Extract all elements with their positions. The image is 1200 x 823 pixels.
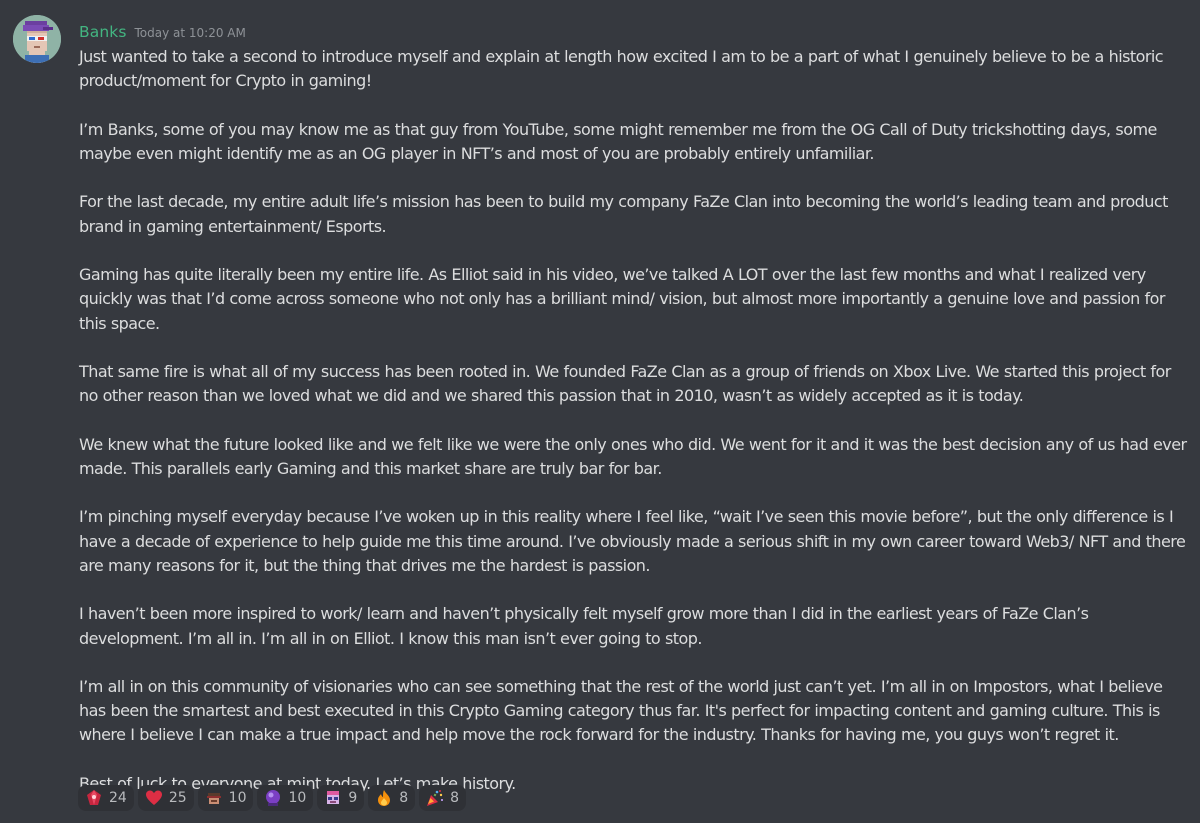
red-gem-icon <box>85 789 103 807</box>
reaction-character-face[interactable]: 10 <box>197 785 254 811</box>
message-content: Just wanted to take a second to introduc… <box>79 45 1189 796</box>
reactions-bar: 24 25 10 10 9 8 8 <box>78 785 467 811</box>
message-paragraph: For the last decade, my entire adult lif… <box>79 192 1168 236</box>
party-popper-icon <box>426 789 444 807</box>
reaction-red-gem[interactable]: 24 <box>78 785 134 811</box>
reaction-party-popper[interactable]: 8 <box>419 785 467 811</box>
reaction-red-heart[interactable]: 25 <box>137 785 194 811</box>
message-paragraph: We knew what the future looked like and … <box>79 434 1187 478</box>
reaction-count: 25 <box>168 790 187 806</box>
red-heart-icon <box>145 789 163 807</box>
username[interactable]: Banks <box>79 23 127 41</box>
pixel-avatar-icon <box>13 15 61 63</box>
reaction-character-mask[interactable]: 9 <box>317 785 365 811</box>
message-paragraph: That same fire is what all of my success… <box>79 362 1171 406</box>
message-paragraph: Just wanted to take a second to introduc… <box>79 47 1164 91</box>
reaction-purple-orb[interactable]: 10 <box>257 785 314 811</box>
reaction-count: 24 <box>109 790 127 806</box>
character-face-icon <box>205 789 223 807</box>
character-mask-icon <box>324 789 342 807</box>
fire-icon <box>375 789 393 807</box>
reaction-count: 9 <box>348 790 358 806</box>
purple-orb-icon <box>264 789 282 807</box>
message-paragraph: I haven’t been more inspired to work/ le… <box>79 604 1089 648</box>
message-paragraph: I’m Banks, some of you may know me as th… <box>79 119 1157 163</box>
user-avatar[interactable] <box>13 15 61 63</box>
message-timestamp: Today at 10:20 AM <box>134 26 246 40</box>
message-paragraph: Gaming has quite literally been my entir… <box>79 265 1165 333</box>
message-paragraph: I’m pinching myself everyday because I’v… <box>79 507 1186 575</box>
message-paragraph: I’m all in on this community of visionar… <box>79 677 1163 745</box>
reaction-count: 10 <box>288 790 307 806</box>
reaction-count: 8 <box>399 790 409 806</box>
chat-message: Banks Today at 10:20 AM Just wanted to t… <box>0 0 1200 823</box>
reaction-fire[interactable]: 8 <box>368 785 416 811</box>
message-header: Banks Today at 10:20 AM <box>79 23 246 43</box>
reaction-count: 10 <box>228 790 247 806</box>
reaction-count: 8 <box>450 790 460 806</box>
